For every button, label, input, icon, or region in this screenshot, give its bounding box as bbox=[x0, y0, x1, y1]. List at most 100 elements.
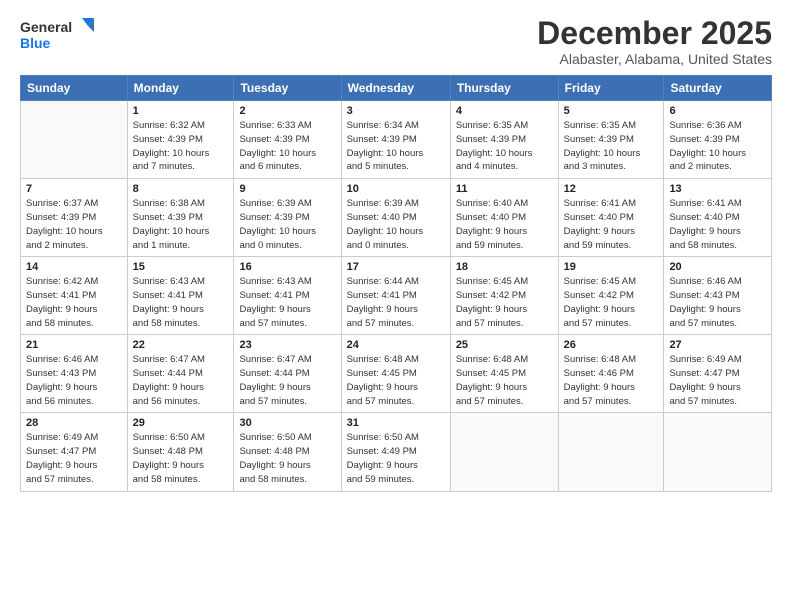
day-info: Sunrise: 6:39 AMSunset: 4:40 PMDaylight:… bbox=[347, 197, 445, 252]
table-row: 27 Sunrise: 6:49 AMSunset: 4:47 PMDayligh… bbox=[664, 335, 772, 413]
day-info: Sunrise: 6:39 AMSunset: 4:39 PMDaylight:… bbox=[239, 197, 335, 252]
calendar-week-3: 14 Sunrise: 6:42 AMSunset: 4:41 PMDayligh… bbox=[21, 257, 772, 335]
day-info: Sunrise: 6:41 AMSunset: 4:40 PMDaylight:… bbox=[564, 197, 659, 252]
table-row: 1Sunrise: 6:32 AMSunset: 4:39 PMDaylight… bbox=[127, 101, 234, 179]
table-row bbox=[450, 413, 558, 491]
day-number: 21 bbox=[26, 339, 122, 351]
day-number: 18 bbox=[456, 261, 553, 273]
day-number: 25 bbox=[456, 339, 553, 351]
day-number: 3 bbox=[347, 105, 445, 117]
table-row: 10 Sunrise: 6:39 AMSunset: 4:40 PMDayligh… bbox=[341, 179, 450, 257]
table-row: 14 Sunrise: 6:42 AMSunset: 4:41 PMDayligh… bbox=[21, 257, 128, 335]
day-number: 20 bbox=[669, 261, 766, 273]
header-row: Sunday Monday Tuesday Wednesday Thursday… bbox=[21, 76, 772, 101]
table-row bbox=[664, 413, 772, 491]
day-info: Sunrise: 6:50 AMSunset: 4:48 PMDaylight:… bbox=[133, 431, 229, 486]
day-info: Sunrise: 6:37 AMSunset: 4:39 PMDaylight:… bbox=[26, 197, 122, 252]
svg-text:Blue: Blue bbox=[20, 35, 51, 51]
day-info: Sunrise: 6:38 AMSunset: 4:39 PMDaylight:… bbox=[133, 197, 229, 252]
table-row: 6Sunrise: 6:36 AMSunset: 4:39 PMDaylight… bbox=[664, 101, 772, 179]
table-row: 5Sunrise: 6:35 AMSunset: 4:39 PMDaylight… bbox=[558, 101, 664, 179]
table-row: 23Sunrise: 6:47 AMSunset: 4:44 PMDayligh… bbox=[234, 335, 341, 413]
table-row: 17 Sunrise: 6:44 AMSunset: 4:41 PMDayligh… bbox=[341, 257, 450, 335]
table-row: 3 Sunrise: 6:34 AMSunset: 4:39 PMDaylight… bbox=[341, 101, 450, 179]
day-number: 24 bbox=[347, 339, 445, 351]
calendar-week-1: 1Sunrise: 6:32 AMSunset: 4:39 PMDaylight… bbox=[21, 101, 772, 179]
table-row: 8 Sunrise: 6:38 AMSunset: 4:39 PMDaylight… bbox=[127, 179, 234, 257]
day-info: Sunrise: 6:44 AMSunset: 4:41 PMDaylight:… bbox=[347, 275, 445, 330]
day-info: Sunrise: 6:41 AMSunset: 4:40 PMDaylight:… bbox=[669, 197, 766, 252]
location: Alabaster, Alabama, United States bbox=[537, 51, 772, 67]
day-info: Sunrise: 6:50 AMSunset: 4:48 PMDaylight:… bbox=[239, 431, 335, 486]
table-row: 29 Sunrise: 6:50 AMSunset: 4:48 PMDayligh… bbox=[127, 413, 234, 491]
col-sunday: Sunday bbox=[21, 76, 128, 101]
day-info: Sunrise: 6:34 AMSunset: 4:39 PMDaylight:… bbox=[347, 119, 445, 174]
day-number: 30 bbox=[239, 417, 335, 429]
table-row: 13 Sunrise: 6:41 AMSunset: 4:40 PMDayligh… bbox=[664, 179, 772, 257]
day-info: Sunrise: 6:49 AMSunset: 4:47 PMDaylight:… bbox=[26, 431, 122, 486]
day-number: 17 bbox=[347, 261, 445, 273]
table-row: 28 Sunrise: 6:49 AMSunset: 4:47 PMDayligh… bbox=[21, 413, 128, 491]
logo-svg: General Blue bbox=[20, 16, 100, 58]
col-saturday: Saturday bbox=[664, 76, 772, 101]
col-tuesday: Tuesday bbox=[234, 76, 341, 101]
calendar-week-2: 7Sunrise: 6:37 AMSunset: 4:39 PMDaylight… bbox=[21, 179, 772, 257]
day-info: Sunrise: 6:45 AMSunset: 4:42 PMDaylight:… bbox=[456, 275, 553, 330]
day-number: 10 bbox=[347, 183, 445, 195]
table-row bbox=[21, 101, 128, 179]
svg-text:General: General bbox=[20, 19, 72, 35]
table-row: 11 Sunrise: 6:40 AMSunset: 4:40 PMDayligh… bbox=[450, 179, 558, 257]
day-info: Sunrise: 6:46 AMSunset: 4:43 PMDaylight:… bbox=[669, 275, 766, 330]
table-row: 12 Sunrise: 6:41 AMSunset: 4:40 PMDayligh… bbox=[558, 179, 664, 257]
calendar: Sunday Monday Tuesday Wednesday Thursday… bbox=[20, 75, 772, 491]
day-number: 13 bbox=[669, 183, 766, 195]
day-info: Sunrise: 6:43 AMSunset: 4:41 PMDaylight:… bbox=[239, 275, 335, 330]
table-row: 7Sunrise: 6:37 AMSunset: 4:39 PMDaylight… bbox=[21, 179, 128, 257]
day-number: 4 bbox=[456, 105, 553, 117]
table-row: 4 Sunrise: 6:35 AMSunset: 4:39 PMDaylight… bbox=[450, 101, 558, 179]
day-number: 5 bbox=[564, 105, 659, 117]
table-row: 31 Sunrise: 6:50 AMSunset: 4:49 PMDayligh… bbox=[341, 413, 450, 491]
day-number: 15 bbox=[133, 261, 229, 273]
day-info: Sunrise: 6:33 AMSunset: 4:39 PMDaylight:… bbox=[239, 119, 335, 174]
title-block: December 2025 Alabaster, Alabama, United… bbox=[537, 16, 772, 67]
calendar-week-5: 28 Sunrise: 6:49 AMSunset: 4:47 PMDayligh… bbox=[21, 413, 772, 491]
day-info: Sunrise: 6:47 AMSunset: 4:44 PMDaylight:… bbox=[133, 353, 229, 408]
day-number: 19 bbox=[564, 261, 659, 273]
day-number: 12 bbox=[564, 183, 659, 195]
day-number: 16 bbox=[239, 261, 335, 273]
table-row: 20 Sunrise: 6:46 AMSunset: 4:43 PMDayligh… bbox=[664, 257, 772, 335]
day-info: Sunrise: 6:48 AMSunset: 4:45 PMDaylight:… bbox=[456, 353, 553, 408]
day-info: Sunrise: 6:48 AMSunset: 4:45 PMDaylight:… bbox=[347, 353, 445, 408]
table-row: 19 Sunrise: 6:45 AMSunset: 4:42 PMDayligh… bbox=[558, 257, 664, 335]
day-info: Sunrise: 6:49 AMSunset: 4:47 PMDaylight:… bbox=[669, 353, 766, 408]
day-info: Sunrise: 6:45 AMSunset: 4:42 PMDaylight:… bbox=[564, 275, 659, 330]
day-number: 28 bbox=[26, 417, 122, 429]
table-row: 25 Sunrise: 6:48 AMSunset: 4:45 PMDayligh… bbox=[450, 335, 558, 413]
day-number: 22 bbox=[133, 339, 229, 351]
table-row: 18 Sunrise: 6:45 AMSunset: 4:42 PMDayligh… bbox=[450, 257, 558, 335]
day-number: 27 bbox=[669, 339, 766, 351]
day-number: 31 bbox=[347, 417, 445, 429]
day-number: 9 bbox=[239, 183, 335, 195]
day-number: 11 bbox=[456, 183, 553, 195]
table-row: 2 Sunrise: 6:33 AMSunset: 4:39 PMDaylight… bbox=[234, 101, 341, 179]
day-number: 14 bbox=[26, 261, 122, 273]
col-friday: Friday bbox=[558, 76, 664, 101]
table-row: 9 Sunrise: 6:39 AMSunset: 4:39 PMDaylight… bbox=[234, 179, 341, 257]
day-info: Sunrise: 6:46 AMSunset: 4:43 PMDaylight:… bbox=[26, 353, 122, 408]
day-info: Sunrise: 6:40 AMSunset: 4:40 PMDaylight:… bbox=[456, 197, 553, 252]
day-info: Sunrise: 6:42 AMSunset: 4:41 PMDaylight:… bbox=[26, 275, 122, 330]
table-row: 15Sunrise: 6:43 AMSunset: 4:41 PMDayligh… bbox=[127, 257, 234, 335]
table-row: 21 Sunrise: 6:46 AMSunset: 4:43 PMDayligh… bbox=[21, 335, 128, 413]
day-number: 1 bbox=[133, 105, 229, 117]
table-row: 22 Sunrise: 6:47 AMSunset: 4:44 PMDayligh… bbox=[127, 335, 234, 413]
day-info: Sunrise: 6:35 AMSunset: 4:39 PMDaylight:… bbox=[456, 119, 553, 174]
day-number: 29 bbox=[133, 417, 229, 429]
day-number: 2 bbox=[239, 105, 335, 117]
month-title: December 2025 bbox=[537, 16, 772, 51]
day-number: 26 bbox=[564, 339, 659, 351]
day-number: 8 bbox=[133, 183, 229, 195]
table-row: 24 Sunrise: 6:48 AMSunset: 4:45 PMDayligh… bbox=[341, 335, 450, 413]
day-info: Sunrise: 6:50 AMSunset: 4:49 PMDaylight:… bbox=[347, 431, 445, 486]
